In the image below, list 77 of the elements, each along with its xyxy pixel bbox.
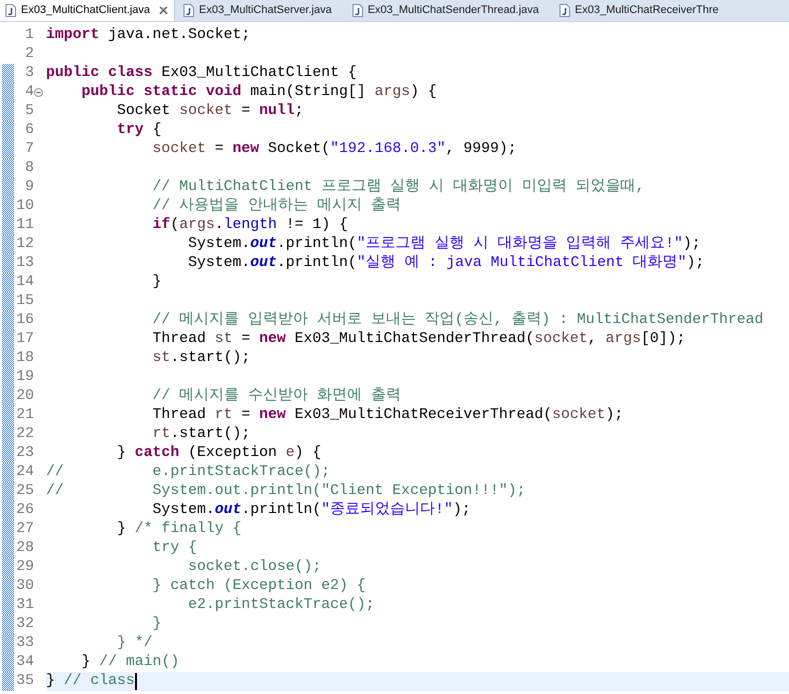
code-line: public static void main(String[] args) { <box>80 83 437 102</box>
fold-icon[interactable] <box>34 88 43 97</box>
code-line: Socket socket = null; <box>116 102 304 121</box>
code-line: import java.net.Socket; <box>46 26 250 45</box>
code-line: rt.start(); <box>152 425 250 444</box>
line-number: 35 <box>15 672 34 691</box>
line-number: 1 <box>24 26 34 45</box>
line-number: 7 <box>24 140 34 159</box>
line-number: 22 <box>15 425 34 444</box>
text-cursor <box>134 673 137 690</box>
code-line: try { <box>152 539 197 558</box>
code-line: // 메시지를 입력받아 서버로 보내는 작업(송신, 출력) : MultiChatSenderThread <box>152 311 764 330</box>
java-file-icon <box>183 4 194 17</box>
editor-tab[interactable]: Ex03_MultiChatServer.java <box>175 0 344 21</box>
line-number: 28 <box>15 539 34 558</box>
code-line: if(args.length != 1) { <box>152 216 348 235</box>
code-line: e2.printStackTrace(); <box>187 596 375 615</box>
line-number: 6 <box>24 121 34 140</box>
code-line: } // main() <box>80 653 180 672</box>
java-file-icon <box>352 4 363 17</box>
code-line: socket = new Socket("192.168.0.3", 9999); <box>152 140 517 159</box>
editor-tab[interactable]: Ex03_MultiChatSenderThread.java <box>344 0 551 21</box>
line-number: 11 <box>15 216 34 235</box>
editor-tab[interactable]: Ex03_MultiChatClient.java <box>0 0 176 21</box>
code-line: } */ <box>116 634 153 653</box>
line-number: 31 <box>15 596 34 615</box>
line-number: 3 <box>24 64 34 83</box>
code-line: Thread rt = new Ex03_MultiChatReceiverThread(socket); <box>152 406 624 425</box>
line-number: 19 <box>15 368 34 387</box>
editor-tab[interactable]: Ex03_MultiChatReceiverThre <box>550 0 731 21</box>
code-line: public class Ex03_MultiChatClient { <box>46 64 357 83</box>
line-number: 14 <box>15 273 34 292</box>
code-line: Thread st = new Ex03_MultiChatSenderThread(socket, args[0]); <box>152 330 686 349</box>
code-line: } catch (Exception e2) { <box>152 577 366 596</box>
line-number: 32 <box>15 615 34 634</box>
code-line: } <box>152 273 162 292</box>
close-icon[interactable] <box>159 6 168 15</box>
java-file-icon <box>558 4 570 17</box>
line-number: 12 <box>15 235 34 254</box>
line-number: 9 <box>24 178 34 197</box>
line-number: 24 <box>15 463 34 482</box>
line-number: 21 <box>15 406 34 425</box>
code-line: try { <box>116 121 162 140</box>
code-line: System.out.println("프로그램 실행 시 대화명을 입력해 주세요!"); <box>187 235 701 254</box>
code-line: System.out.println("종료되었습니다!"); <box>152 501 471 520</box>
code-line: // MultiChatClient 프로그램 실행 시 대화명이 미입력 되었을때, <box>152 178 645 197</box>
code-line: // e.printStackTrace(); <box>46 463 330 482</box>
line-number: 23 <box>15 444 34 463</box>
line-number: 25 <box>15 482 34 501</box>
line-number: 34 <box>15 653 34 672</box>
code-line: // System.out.println("Client Exception!!!"); <box>46 482 526 501</box>
line-number: 2 <box>24 45 34 64</box>
line-number: 5 <box>24 102 34 121</box>
line-number: 17 <box>15 330 34 349</box>
code-line: System.out.println("실행 예 : java MultiChatClient 대화명"); <box>187 254 704 273</box>
code-line: socket.close(); <box>187 558 322 577</box>
code-line: } <box>152 615 162 634</box>
line-number: 8 <box>24 159 34 178</box>
line-number: 20 <box>15 387 34 406</box>
code-line: // 사용법을 안내하는 메시지 출력 <box>152 197 401 216</box>
line-number: 13 <box>15 254 34 273</box>
line-number: 33 <box>15 634 34 653</box>
line-number: 27 <box>15 520 34 539</box>
line-number: 18 <box>15 349 34 368</box>
line-number: 16 <box>15 311 34 330</box>
code-line: // 메시지를 수신받아 화면에 출력 <box>152 387 401 406</box>
code-line: } catch (Exception e) { <box>116 444 322 463</box>
line-number: 10 <box>15 197 34 216</box>
code-line: st.start(); <box>152 349 250 368</box>
line-number: 29 <box>15 558 34 577</box>
line-number: 4 <box>24 83 34 102</box>
line-number: 26 <box>15 501 34 520</box>
code-line: } // class <box>46 672 135 691</box>
code-line: } /* finally { <box>116 520 242 539</box>
line-number: 15 <box>15 292 34 311</box>
line-number: 30 <box>15 577 34 596</box>
java-file-icon <box>5 4 16 17</box>
